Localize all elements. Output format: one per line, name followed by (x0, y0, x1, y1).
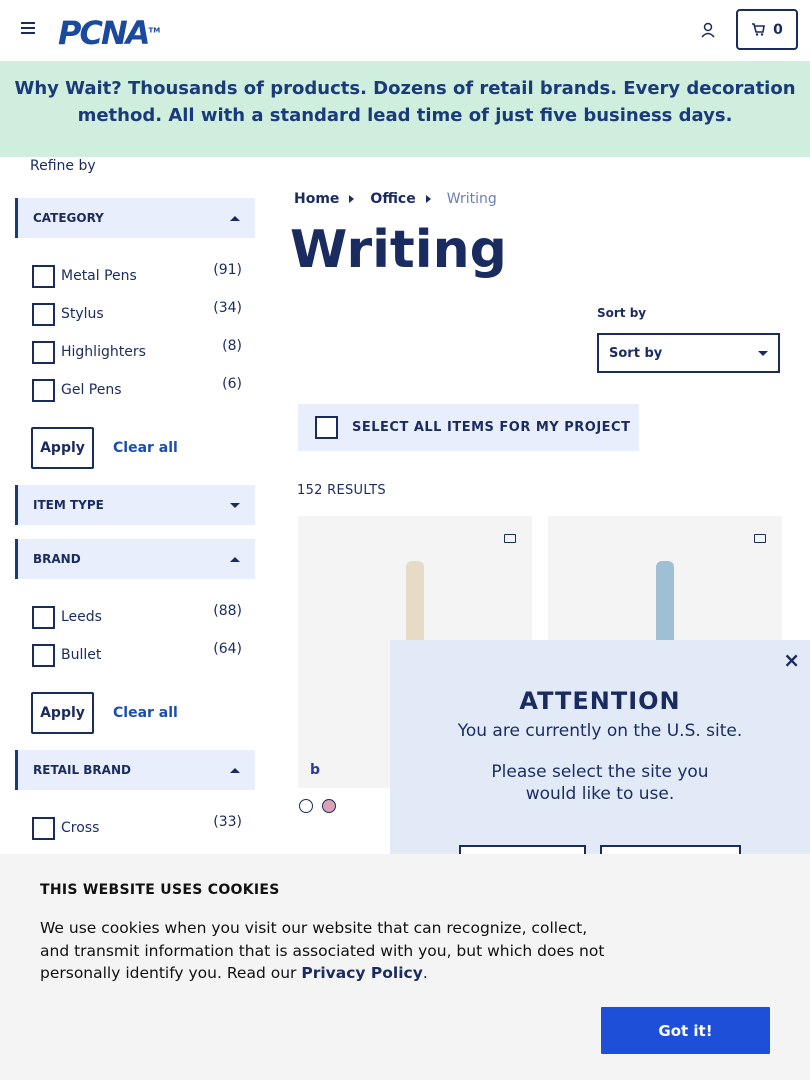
facet-retail-brand-toggle[interactable]: RETAIL BRAND (15, 750, 255, 790)
sort-select[interactable]: Sort by (597, 333, 780, 373)
checkbox[interactable] (32, 378, 55, 402)
facet-option-cross[interactable]: Cross (33) (32, 814, 242, 840)
caret-up-icon (230, 556, 240, 562)
menu-icon[interactable] (21, 22, 35, 36)
facet-count: (33) (213, 814, 242, 830)
facet-count: (88) (213, 603, 242, 619)
color-swatch[interactable] (299, 799, 313, 813)
account-icon[interactable] (700, 22, 716, 38)
sort-value: Sort by (609, 345, 663, 361)
logo[interactable]: PCNATM (58, 14, 160, 52)
checkbox[interactable] (32, 643, 55, 667)
chevron-right-icon (425, 195, 431, 203)
breadcrumb-current: Writing (446, 191, 497, 207)
chevron-down-icon (758, 350, 768, 356)
banner-lead: Why Wait? (14, 78, 122, 99)
caret-up-icon (230, 215, 240, 221)
facet-label: Metal Pens (61, 268, 137, 284)
checkbox[interactable] (32, 340, 55, 364)
facet-title: CATEGORY (33, 211, 104, 225)
breadcrumb-home[interactable]: Home (294, 191, 339, 207)
facet-count: (64) (213, 641, 242, 657)
brand-logo-mark: b (310, 762, 321, 778)
site-header: PCNATM 0 (0, 0, 810, 61)
facet-option-metal-pens[interactable]: Metal Pens (91) (32, 262, 242, 288)
facet-option-leeds[interactable]: Leeds (88) (32, 603, 242, 629)
category-apply-button[interactable]: Apply (31, 427, 94, 469)
cart-count: 0 (773, 21, 783, 38)
facet-brand-toggle[interactable]: BRAND (15, 539, 255, 579)
caret-up-icon (230, 767, 240, 773)
facet-label: Gel Pens (61, 382, 122, 398)
logo-text: PCNA (58, 14, 150, 52)
facet-item-type-toggle[interactable]: ITEM TYPE (15, 485, 255, 525)
facet-option-bullet[interactable]: Bullet (64) (32, 641, 242, 667)
facet-count: (8) (222, 338, 242, 354)
select-all-label: SELECT ALL ITEMS FOR MY PROJECT (352, 420, 631, 435)
facet-count: (91) (213, 262, 242, 278)
modal-prompt: Please select the site you would like to… (491, 762, 709, 804)
modal-title: ATTENTION (519, 687, 681, 715)
page-title: Writing (290, 220, 507, 280)
chevron-right-icon (349, 195, 355, 203)
facet-count: (34) (213, 300, 242, 316)
folder-icon[interactable] (754, 534, 766, 543)
category-clear-link[interactable]: Clear all (113, 440, 178, 456)
results-count: 152 RESULTS (297, 483, 386, 498)
checkbox[interactable] (32, 264, 55, 288)
facet-label: Cross (61, 820, 100, 836)
facet-label: Highlighters (61, 344, 146, 360)
sort-label: Sort by (597, 306, 647, 320)
facet-label: Bullet (61, 647, 102, 663)
checkbox[interactable] (32, 302, 55, 326)
cookie-end: . (422, 964, 428, 982)
brand-apply-button[interactable]: Apply (31, 692, 94, 734)
breadcrumb-office[interactable]: Office (370, 191, 415, 207)
select-all-checkbox[interactable] (315, 416, 338, 439)
breadcrumb: Home Office Writing (294, 191, 497, 207)
facet-option-stylus[interactable]: Stylus (34) (32, 300, 242, 326)
close-icon[interactable]: × (783, 648, 800, 672)
facet-title: BRAND (33, 552, 81, 566)
modal-subtitle: You are currently on the U.S. site. (457, 721, 743, 741)
facet-category-toggle[interactable]: CATEGORY (15, 198, 255, 238)
facet-title: RETAIL BRAND (33, 763, 131, 777)
caret-down-icon (230, 502, 240, 508)
checkbox[interactable] (32, 605, 55, 629)
site-select-modal: × ATTENTION You are currently on the U.S… (390, 640, 810, 885)
cookie-title: THIS WEBSITE USES COOKIES (40, 882, 280, 898)
facet-option-highlighters[interactable]: Highlighters (8) (32, 338, 242, 364)
banner-text: Thousands of products. Dozens of retail … (77, 78, 796, 126)
facet-label: Stylus (61, 306, 104, 322)
color-swatch[interactable] (322, 799, 336, 813)
facet-label: Leeds (61, 609, 102, 625)
cart-button[interactable]: 0 (736, 9, 798, 50)
facet-count: (6) (222, 376, 242, 392)
cookie-text: We use cookies when you visit our websit… (40, 917, 610, 985)
checkbox[interactable] (32, 816, 55, 840)
logo-tm: TM (148, 26, 161, 35)
privacy-policy-link[interactable]: Privacy Policy (301, 964, 423, 982)
refine-label: Refine by (30, 158, 96, 174)
folder-icon[interactable] (504, 534, 516, 543)
got-it-button[interactable]: Got it! (601, 1007, 770, 1054)
cart-icon (752, 23, 766, 36)
select-all-items[interactable]: SELECT ALL ITEMS FOR MY PROJECT (298, 404, 639, 451)
cookie-banner: THIS WEBSITE USES COOKIES We use cookies… (0, 854, 810, 1080)
facet-option-gel-pens[interactable]: Gel Pens (6) (32, 376, 242, 402)
facet-title: ITEM TYPE (33, 498, 104, 512)
brand-clear-link[interactable]: Clear all (113, 705, 178, 721)
promo-banner: Why Wait? Thousands of products. Dozens … (0, 61, 810, 157)
